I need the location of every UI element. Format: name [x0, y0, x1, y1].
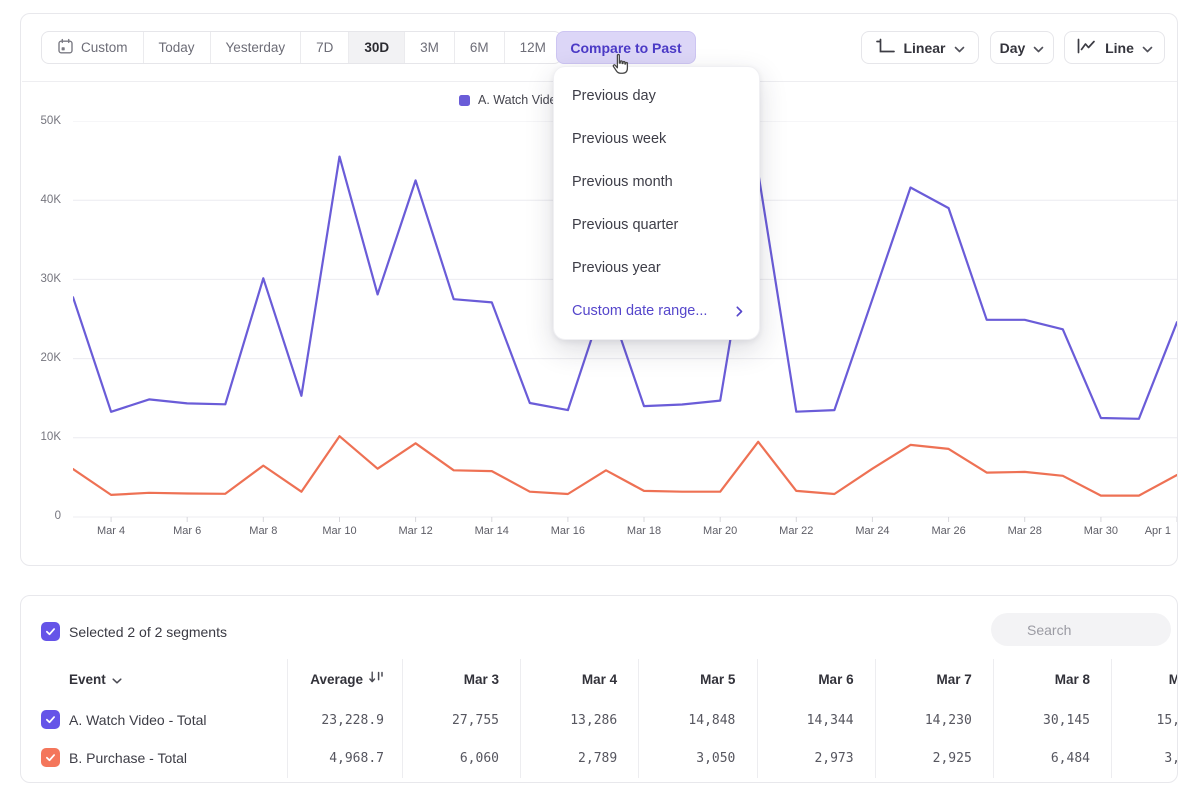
x-axis-tick-label: Mar 24 [837, 525, 907, 537]
menu-item-previous-month[interactable]: Previous month [554, 160, 759, 203]
date-preset-30d[interactable]: 30D [349, 32, 405, 63]
legend-swatch [459, 95, 470, 106]
scale-button-label: Linear [903, 40, 945, 56]
menu-item-previous-quarter[interactable]: Previous quarter [554, 203, 759, 246]
granularity-dropdown-button[interactable]: Day [990, 31, 1054, 64]
segment-row-label: B. Purchase - Total [69, 749, 187, 767]
check-icon [44, 713, 57, 726]
segment-value-cell: 2,789 [520, 750, 617, 767]
selected-summary: Selected 2 of 2 segments [69, 623, 227, 641]
y-axis-tick-label: 20K [21, 350, 61, 366]
segment-value-cell: 14,230 [875, 712, 972, 729]
x-axis-tick-label: Mar 12 [381, 525, 451, 537]
check-icon [44, 751, 57, 764]
x-axis-tick-label: Mar 6 [152, 525, 222, 537]
segment-value-cell: 3, [1111, 750, 1178, 767]
segment-value-cell: 13,286 [520, 712, 617, 729]
sort-descending-icon [369, 671, 384, 684]
segment-value-cell: 2,925 [875, 750, 972, 767]
column-header-date: Mar 7 [875, 671, 972, 688]
y-axis-tick-label: 40K [21, 192, 61, 208]
x-axis-tick-label: Apr 1 [1101, 525, 1171, 537]
y-axis-tick-label: 50K [21, 113, 61, 129]
date-preset-6m[interactable]: 6M [455, 32, 505, 63]
x-axis-tick-label: Mar 4 [76, 525, 146, 537]
segment-checkbox[interactable] [41, 748, 60, 767]
series-line-b [73, 436, 1177, 495]
granularity-button-label: Day [1000, 40, 1026, 56]
segment-row-label: A. Watch Video - Total [69, 711, 206, 729]
calendar-icon [57, 38, 74, 55]
date-range-picker: CustomTodayYesterday7D30D3M6M12M [41, 31, 562, 64]
chevron-down-icon [112, 678, 122, 684]
chart-type-button-label: Line [1105, 40, 1134, 56]
segment-value-cell: 2,973 [757, 750, 854, 767]
x-axis-tick-label: Mar 14 [457, 525, 527, 537]
x-axis-tick-label: Mar 16 [533, 525, 603, 537]
date-preset-3m[interactable]: 3M [405, 32, 455, 63]
x-axis-tick-label: Mar 26 [914, 525, 984, 537]
menu-item-previous-year[interactable]: Previous year [554, 246, 759, 289]
select-all-checkbox[interactable] [41, 622, 60, 641]
compare-to-past-menu: Previous dayPrevious weekPrevious monthP… [553, 66, 760, 340]
segment-value-cell: 14,344 [757, 712, 854, 729]
analytics-dashboard: CustomTodayYesterday7D30D3M6M12M Compare… [0, 0, 1200, 802]
x-axis-tick-label: Mar 8 [228, 525, 298, 537]
segment-value-cell: 30,145 [993, 712, 1090, 729]
menu-item-previous-day[interactable]: Previous day [554, 74, 759, 117]
x-axis-tick-label: Mar 20 [685, 525, 755, 537]
y-axis-tick-label: 0 [21, 508, 61, 524]
segment-value-cell: 15, [1111, 712, 1178, 729]
hand-cursor-icon [609, 53, 632, 80]
date-preset-today[interactable]: Today [144, 32, 211, 63]
date-preset-12m[interactable]: 12M [505, 32, 561, 63]
column-header-date: M [1111, 671, 1178, 688]
y-axis-tick-label: 30K [21, 271, 61, 287]
menu-item-previous-week[interactable]: Previous week [554, 117, 759, 160]
column-header-date: Mar 6 [757, 671, 854, 688]
segment-average-value: 23,228.9 [261, 712, 384, 729]
date-preset-7d[interactable]: 7D [301, 32, 349, 63]
segment-checkbox[interactable] [41, 710, 60, 729]
column-header-average[interactable]: Average [261, 671, 384, 688]
linear-scale-icon [875, 38, 895, 57]
segment-value-cell: 27,755 [402, 712, 499, 729]
column-header-date: Mar 3 [402, 671, 499, 688]
date-preset-custom[interactable]: Custom [42, 32, 144, 63]
date-preset-yesterday[interactable]: Yesterday [211, 32, 302, 63]
y-axis-tick-label: 10K [21, 429, 61, 445]
menu-item-custom-date-range[interactable]: Custom date range... [554, 289, 759, 332]
segment-value-cell: 3,050 [638, 750, 735, 767]
segment-value-cell: 6,060 [402, 750, 499, 767]
chevron-down-icon [1142, 40, 1153, 56]
segment-value-cell: 14,848 [638, 712, 735, 729]
column-header-date: Mar 5 [638, 671, 735, 688]
chevron-right-icon [736, 305, 743, 321]
x-axis-tick-label: Mar 10 [304, 525, 374, 537]
x-axis-tick-label: Mar 22 [761, 525, 831, 537]
segment-value-cell: 6,484 [993, 750, 1090, 767]
x-axis-tick-label: Mar 18 [609, 525, 679, 537]
chevron-down-icon [954, 40, 965, 56]
column-header-event[interactable]: Event [69, 671, 122, 688]
chart-type-dropdown-button[interactable]: Line [1064, 31, 1165, 64]
scale-dropdown-button[interactable]: Linear [861, 31, 979, 64]
x-axis-tick-label: Mar 28 [990, 525, 1060, 537]
segments-panel: Selected 2 of 2 segments Event Average Mar… [20, 595, 1178, 783]
column-header-date: Mar 8 [993, 671, 1090, 688]
segment-average-value: 4,968.7 [261, 750, 384, 767]
column-header-date: Mar 4 [520, 671, 617, 688]
line-chart-icon [1076, 38, 1097, 57]
search-input[interactable] [991, 613, 1171, 646]
chevron-down-icon [1033, 40, 1044, 56]
